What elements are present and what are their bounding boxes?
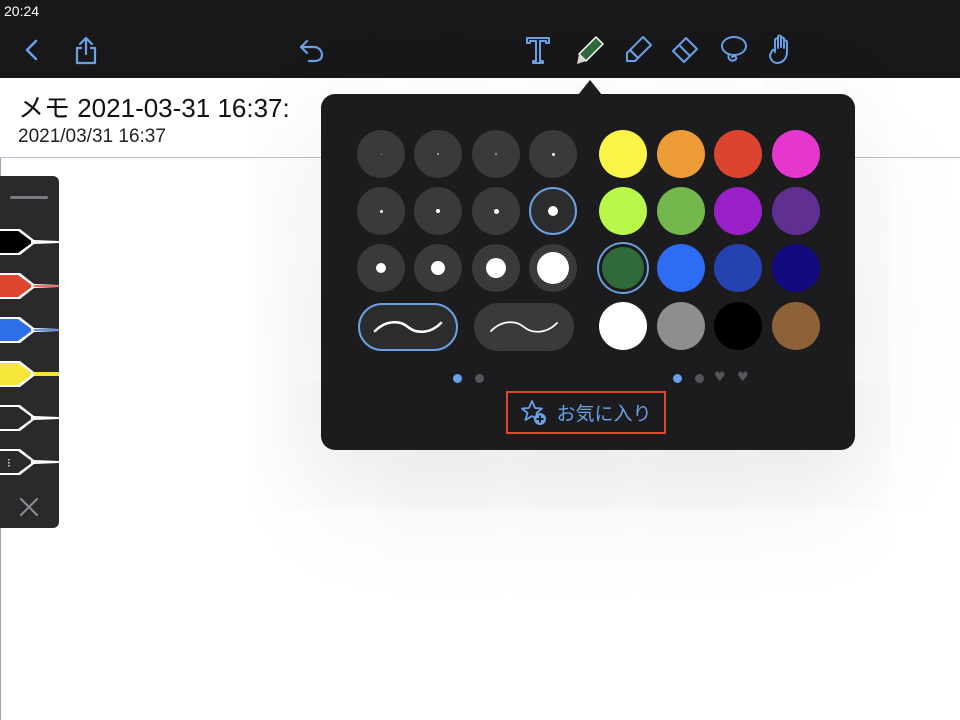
color-swatch[interactable] [599,244,647,292]
tapered-stroke-button[interactable] [474,303,574,351]
eraser-tool-button[interactable] [664,30,704,70]
dock-drag-handle[interactable] [10,196,48,199]
close-icon[interactable] [18,496,40,518]
dock-yellow-highlighter[interactable] [0,358,59,390]
pen-size-dot [486,258,506,278]
color-swatch[interactable] [772,130,820,178]
pen-size-option[interactable] [529,187,577,235]
color-swatch[interactable] [657,244,705,292]
pen-size-dot [380,153,382,155]
chevron-left-icon [25,39,38,61]
size-page-indicator[interactable] [452,373,462,383]
pen-size-dot [551,152,555,156]
heart-icon[interactable]: ♥ [737,371,749,384]
color-swatch[interactable] [657,187,705,235]
pen-size-dot [537,252,569,284]
pen-size-option[interactable] [472,130,520,178]
pen-size-dot [379,209,383,213]
color-page-indicator[interactable] [694,373,704,383]
pen-size-option[interactable] [357,130,405,178]
dock-blue-pen[interactable] [0,314,59,346]
red-pen-icon [0,273,59,299]
pen-size-dot [431,261,445,275]
pen-size-dot [548,206,558,216]
popover-arrow [578,80,602,95]
share-button[interactable] [66,30,106,70]
pen-size-dot [376,263,386,273]
color-swatch[interactable] [599,130,647,178]
color-swatch[interactable] [714,187,762,235]
star-plus-icon [521,399,547,425]
pen-size-dot [436,209,440,213]
hand-tool-icon [769,34,788,64]
text-tool-button[interactable] [518,30,558,70]
tapered-stroke-icon [490,321,558,333]
pen-size-option[interactable] [529,130,577,178]
pen-size-option[interactable] [357,244,405,292]
highlighter-tool-button[interactable] [618,30,658,70]
blue-pen-icon [0,317,59,343]
lasso-tool-button[interactable] [714,30,754,70]
dock-empty-pen-slot[interactable] [0,402,59,434]
favorites-label: お気に入り [556,403,652,425]
pen-tool-button[interactable] [570,30,610,70]
pen-size-dot [493,208,499,214]
back-button[interactable] [12,30,52,70]
pen-size-option[interactable] [414,244,462,292]
color-swatch[interactable] [657,302,705,350]
undo-button[interactable] [292,30,332,70]
pen-size-option[interactable] [529,244,577,292]
pen-dock: ⁝ [0,176,59,528]
color-swatch[interactable] [772,302,820,350]
pen-tool-icon [577,36,604,64]
dock-black-pen[interactable] [0,226,59,258]
color-swatch[interactable] [714,130,762,178]
eraser-tool-icon [672,37,698,63]
undo-icon [299,39,324,63]
smooth-stroke-button[interactable] [358,303,458,351]
pen-size-option[interactable] [357,187,405,235]
dock-red-pen[interactable] [0,270,59,302]
status-time: 20:24 [4,3,40,19]
note-title[interactable]: メモ 2021-03-31 16:37: [18,88,290,125]
pen-size-dot [495,153,497,155]
text-tool-icon [526,37,550,64]
hand-tool-button[interactable] [762,30,802,70]
black-pen-icon [0,229,59,255]
empty-pen-slot-icon [0,405,59,431]
favorites-button[interactable]: お気に入り [506,391,666,434]
yellow-highlighter-icon [0,361,59,387]
pen-size-option[interactable] [472,244,520,292]
color-swatch[interactable] [772,244,820,292]
pen-size-option[interactable] [414,130,462,178]
svg-text:⁝: ⁝ [7,456,11,470]
color-swatch[interactable] [714,302,762,350]
highlighter-tool-icon [626,36,652,62]
pen-size-option[interactable] [414,187,462,235]
size-page-indicator[interactable] [474,373,484,383]
smooth-stroke-icon [373,320,443,334]
heart-icon[interactable]: ♥ [714,371,726,384]
color-swatch[interactable] [599,187,647,235]
color-page-indicator[interactable] [672,373,682,383]
lasso-tool-icon [721,36,747,62]
dock-empty-pen-slot-more[interactable]: ⁝ [0,446,59,478]
color-swatch[interactable] [599,302,647,350]
color-swatch[interactable] [657,130,705,178]
color-swatch[interactable] [772,187,820,235]
color-swatch[interactable] [714,244,762,292]
share-icon [75,36,97,65]
top-toolbar: 20:24 [0,0,960,78]
note-date: 2021/03/31 16:37 [18,126,166,147]
empty-pen-slot-more-icon: ⁝ [0,449,59,475]
pen-size-option[interactable] [472,187,520,235]
pen-size-dot [437,153,439,155]
